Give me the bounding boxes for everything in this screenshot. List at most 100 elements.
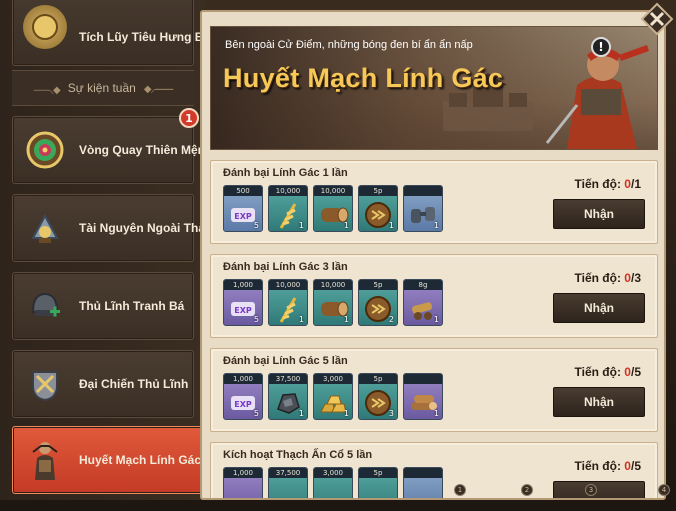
- reward-count: 5: [253, 221, 259, 230]
- ornament-right: ◆⸝⸺: [143, 84, 174, 95]
- reward-item[interactable]: 10,000 1: [268, 185, 308, 232]
- sidebar-item-leader[interactable]: Thủ Lĩnh Tranh Bá: [12, 272, 194, 340]
- quest-title: Đánh bại Lính Gác 1 lần: [223, 167, 348, 179]
- reward-count: 1: [433, 221, 439, 230]
- sidebar-item-guard[interactable]: Huyết Mạch Lính Gác: [12, 426, 204, 494]
- sidebar-item-wheel[interactable]: Vòng Quay Thiên Mệnh: [12, 116, 212, 184]
- reward-quantity: 5p: [359, 374, 397, 384]
- progress-current: 0: [624, 459, 631, 473]
- reward-count: 2: [388, 315, 394, 324]
- quest-progress: Tiến độ: 0/1: [575, 177, 642, 191]
- resources-icon: [23, 206, 67, 250]
- reward-quantity: 37,500: [269, 468, 307, 478]
- event-banner: Bên ngoài Cử Điểm, những bóng đen bí ẩn …: [210, 26, 658, 150]
- page-dot[interactable]: 4: [658, 484, 670, 496]
- reward-count: 5: [253, 409, 259, 418]
- reward-quantity: 10,000: [314, 280, 352, 290]
- claim-button[interactable]: Nhận: [553, 387, 645, 417]
- reward-item[interactable]: 500 EXP 5: [223, 185, 263, 232]
- sidebar-item-label: Huyết Mạch Lính Gác: [79, 453, 202, 467]
- guard-icon: [23, 438, 67, 482]
- banner-title: Huyết Mạch Lính Gác: [223, 63, 504, 93]
- quest-progress: Tiến độ: 0/5: [575, 365, 642, 379]
- sidebar-item-label: Tài Nguyên Ngoài Thành: [79, 221, 220, 235]
- info-button[interactable]: !: [591, 37, 611, 57]
- progress-label: Tiến độ:: [574, 365, 621, 379]
- progress-total: /1: [630, 177, 641, 191]
- reward-item[interactable]: 10,000 1: [268, 279, 308, 326]
- crossed-swords-icon: [23, 362, 67, 406]
- reward-item[interactable]: 5p 2: [358, 279, 398, 326]
- reward-quantity: [404, 186, 442, 196]
- reward-item[interactable]: 1,000 EXP 5: [223, 279, 263, 326]
- section-label: Sự kiện tuần: [67, 81, 136, 95]
- reward-item[interactable]: 37,500 1: [268, 373, 308, 420]
- reward-count: 3: [388, 409, 394, 418]
- reward-list: 500 EXP 5 10,000 1 10,000 1 5p 1 1: [223, 185, 443, 232]
- reward-count: 1: [298, 221, 304, 230]
- reward-count: 1: [298, 409, 304, 418]
- svg-text:EXP: EXP: [234, 400, 252, 409]
- quest-progress: Tiến độ: 0/3: [575, 271, 642, 285]
- progress-total: /5: [630, 459, 641, 473]
- page-dot[interactable]: 1: [454, 484, 466, 496]
- page-dot[interactable]: 2: [521, 484, 533, 496]
- progress-current: 0: [624, 365, 631, 379]
- reward-count: 1: [343, 221, 349, 230]
- wheel-icon: [23, 128, 67, 172]
- quest-row: Đánh bại Lính Gác 3 lần 1,000 EXP 5 10,0…: [210, 254, 658, 338]
- progress-current: 0: [624, 177, 631, 191]
- progress-label: Tiến độ:: [574, 177, 621, 191]
- reward-item[interactable]: 1,000 EXP 5: [223, 373, 263, 420]
- claim-button[interactable]: [553, 481, 645, 498]
- reward-item[interactable]: 37,500: [268, 467, 308, 498]
- reward-quantity: [404, 468, 442, 478]
- sidebar-item-label: Đại Chiến Thủ Lĩnh: [79, 377, 189, 391]
- reward-item[interactable]: 5p 3: [358, 373, 398, 420]
- reward-quantity: 10,000: [314, 186, 352, 196]
- iron-ore-icon: [269, 478, 307, 498]
- reward-item[interactable]: 1: [403, 373, 443, 420]
- page-dot[interactable]: 3: [585, 484, 597, 496]
- reward-quantity: 5p: [359, 280, 397, 290]
- progress-label: Tiến độ:: [574, 271, 621, 285]
- reward-count: 1: [343, 315, 349, 324]
- reward-quantity: 10,000: [269, 280, 307, 290]
- sidebar-item-leader-war[interactable]: Đại Chiến Thủ Lĩnh: [12, 350, 194, 418]
- reward-quantity: 1,000: [224, 374, 262, 384]
- reward-item[interactable]: 8g 1: [403, 279, 443, 326]
- reward-item[interactable]: 5p: [358, 467, 398, 498]
- notification-badge: 1: [179, 108, 199, 128]
- reward-quantity: 37,500: [269, 374, 307, 384]
- speedup-icon: [359, 478, 397, 498]
- quest-title: Đánh bại Lính Gác 5 lần: [223, 355, 348, 367]
- section-header-weekly: ⸺⸜◆ Sự kiện tuần ◆⸝⸺: [12, 70, 194, 106]
- reward-quantity: 3,000: [314, 374, 352, 384]
- claim-button[interactable]: Nhận: [553, 293, 645, 323]
- reward-item[interactable]: 10,000 1: [313, 185, 353, 232]
- reward-item[interactable]: [403, 467, 443, 498]
- quest-progress: Tiến độ: 0/5: [575, 459, 642, 473]
- treasure-icon: [23, 5, 67, 49]
- progress-current: 0: [624, 271, 631, 285]
- reward-quantity: [404, 374, 442, 384]
- reward-count: 5: [253, 315, 259, 324]
- sidebar-item-treasure[interactable]: Tích Lũy Tiêu Hưng Bảo: [12, 0, 217, 66]
- reward-item[interactable]: 1: [403, 185, 443, 232]
- reward-item[interactable]: 3,000: [313, 467, 353, 498]
- reward-item[interactable]: 5p 1: [358, 185, 398, 232]
- claim-button[interactable]: Nhận: [553, 199, 645, 229]
- sidebar: Tích Lũy Tiêu Hưng Bảo ⸺⸜◆ Sự kiện tuần …: [0, 0, 220, 500]
- reward-count: 1: [433, 409, 439, 418]
- reward-quantity: 5p: [359, 468, 397, 478]
- reward-count: 1: [388, 221, 394, 230]
- reward-quantity: 500: [224, 186, 262, 196]
- svg-text:EXP: EXP: [234, 212, 252, 221]
- reward-quantity: 3,000: [314, 468, 352, 478]
- close-icon[interactable]: [640, 2, 674, 36]
- sidebar-item-resources[interactable]: Tài Nguyên Ngoài Thành: [12, 194, 220, 262]
- reward-item[interactable]: 3,000 1: [313, 373, 353, 420]
- reward-quantity: 1,000: [224, 280, 262, 290]
- reward-item[interactable]: 1,000: [223, 467, 263, 498]
- reward-item[interactable]: 10,000 1: [313, 279, 353, 326]
